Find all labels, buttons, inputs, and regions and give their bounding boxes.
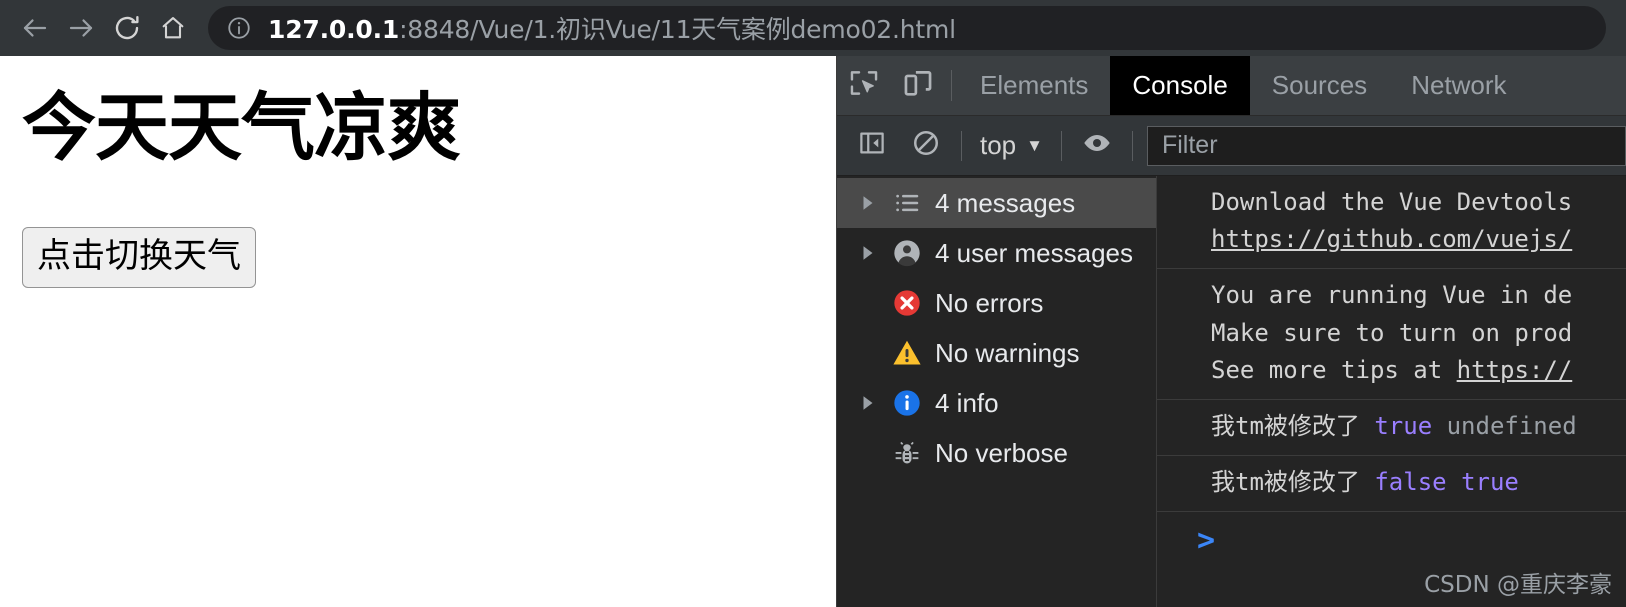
bug-icon	[885, 438, 929, 468]
console-filter-input[interactable]: Filter	[1146, 125, 1626, 166]
chevron-down-icon: ▼	[1026, 136, 1043, 155]
forward-arrow-icon	[66, 13, 96, 43]
eye-icon	[1081, 127, 1113, 164]
error-icon	[885, 287, 929, 319]
console-log-row[interactable]: 我tm被修改了 true undefined	[1157, 400, 1626, 457]
toolbar-divider	[951, 70, 952, 101]
log-text: 我tm被修改了	[1211, 468, 1360, 497]
url-path: :8848/Vue/1.初识Vue/11天气案例demo02.html	[399, 15, 956, 44]
clear-console-icon	[911, 128, 941, 163]
sidebar-item-label: No warnings	[935, 337, 1080, 368]
device-toolbar-button[interactable]	[891, 56, 945, 115]
browser-toolbar: 127.0.0.1:8848/Vue/1.初识Vue/11天气案例demo02.…	[0, 0, 1626, 56]
inspect-element-button[interactable]	[837, 56, 891, 115]
toolbar-divider-4	[1131, 130, 1133, 161]
home-icon	[159, 14, 187, 42]
address-bar[interactable]: 127.0.0.1:8848/Vue/1.初识Vue/11天气案例demo02.…	[208, 6, 1606, 50]
log-arg-2: undefined	[1446, 411, 1577, 440]
expand-arrow-icon[interactable]	[859, 394, 885, 412]
toolbar-divider-3	[1060, 130, 1062, 161]
sidebar-item-info[interactable]: 4 info	[837, 378, 1156, 428]
expand-arrow-icon[interactable]	[859, 244, 885, 262]
console-prompt[interactable]: >	[1157, 512, 1626, 556]
back-button[interactable]	[12, 5, 58, 51]
tab-console[interactable]: Console	[1110, 56, 1250, 115]
console-log-row[interactable]: 我tm被修改了 false true	[1157, 456, 1626, 513]
sidebar-item-verbose[interactable]: No verbose	[837, 428, 1156, 478]
forward-button[interactable]	[58, 5, 104, 51]
console-toolbar: top ▼ Filter	[837, 116, 1626, 176]
address-bar-url: 127.0.0.1:8848/Vue/1.初识Vue/11天气案例demo02.…	[268, 10, 956, 46]
tab-elements[interactable]: Elements	[958, 56, 1110, 115]
tab-sources[interactable]: Sources	[1250, 56, 1389, 115]
log-arg-1: false	[1374, 468, 1447, 497]
url-host: 127.0.0.1	[268, 15, 400, 44]
live-expression-button[interactable]	[1070, 120, 1124, 172]
sidebar-item-label: 4 user messages	[935, 237, 1133, 268]
warning-icon	[885, 337, 929, 369]
back-arrow-icon	[20, 13, 50, 43]
message-line-with-link: See more tips at https://	[1211, 355, 1573, 384]
message-link[interactable]: https://github.com/vuejs/	[1211, 221, 1626, 258]
console-body: 4 messages 4 user messages No errors No …	[837, 176, 1626, 607]
log-arg-1: true	[1374, 411, 1433, 440]
page-title: 今天天气凉爽	[22, 85, 461, 171]
message-line: Download the Vue Devtools	[1211, 188, 1573, 216]
console-sidebar-toggle-button[interactable]	[845, 120, 899, 172]
devtools-tabbar: Elements Console Sources Network	[837, 56, 1626, 116]
message-line: You are running Vue in de	[1211, 281, 1573, 310]
user-icon	[885, 237, 929, 269]
devtools-panel: Elements Console Sources Network top ▼ F…	[836, 56, 1626, 607]
log-arg-2: true	[1461, 468, 1519, 497]
inspect-cursor-icon	[847, 66, 881, 105]
console-sidebar: 4 messages 4 user messages No errors No …	[837, 176, 1157, 607]
toggle-weather-button[interactable]: 点击切换天气	[22, 227, 256, 289]
sidebar-item-label: No errors	[935, 287, 1044, 318]
execution-context-selector[interactable]: top ▼	[970, 130, 1053, 161]
site-info-icon[interactable]	[226, 15, 252, 41]
message-line: Make sure to turn on prod	[1211, 318, 1573, 347]
sidebar-item-messages[interactable]: 4 messages	[837, 178, 1156, 228]
execution-context-label: top	[980, 130, 1017, 160]
list-icon	[885, 188, 929, 218]
reload-icon	[112, 13, 142, 43]
tab-network[interactable]: Network	[1389, 56, 1528, 115]
screenshot-root: 127.0.0.1:8848/Vue/1.初识Vue/11天气案例demo02.…	[0, 0, 1626, 607]
home-button[interactable]	[150, 5, 196, 51]
page-viewport: 今天天气凉爽 点击切换天气	[0, 56, 836, 607]
reload-button[interactable]	[104, 5, 150, 51]
clear-console-button[interactable]	[899, 120, 953, 172]
sidebar-item-errors[interactable]: No errors	[837, 278, 1156, 328]
sidebar-panel-icon	[857, 128, 887, 163]
log-text: 我tm被修改了	[1211, 411, 1360, 440]
sidebar-item-warnings[interactable]: No warnings	[837, 328, 1156, 378]
console-message-list[interactable]: Download the Vue Devtools https://github…	[1157, 176, 1626, 607]
message-link[interactable]: https://	[1457, 356, 1573, 384]
console-message-dev-mode[interactable]: You are running Vue in de Make sure to t…	[1157, 269, 1626, 400]
toolbar-divider-2	[961, 130, 962, 161]
info-icon	[885, 387, 929, 419]
expand-arrow-icon[interactable]	[859, 194, 885, 212]
console-filter-placeholder: Filter	[1161, 131, 1218, 159]
sidebar-item-label: No verbose	[935, 437, 1068, 468]
sidebar-item-user-messages[interactable]: 4 user messages	[837, 228, 1156, 278]
prompt-caret-icon: >	[1197, 523, 1216, 559]
device-toolbar-icon	[901, 66, 935, 105]
console-message-devtools-hint[interactable]: Download the Vue Devtools https://github…	[1157, 176, 1626, 270]
sidebar-item-label: 4 info	[935, 387, 999, 418]
sidebar-item-label: 4 messages	[935, 187, 1076, 218]
